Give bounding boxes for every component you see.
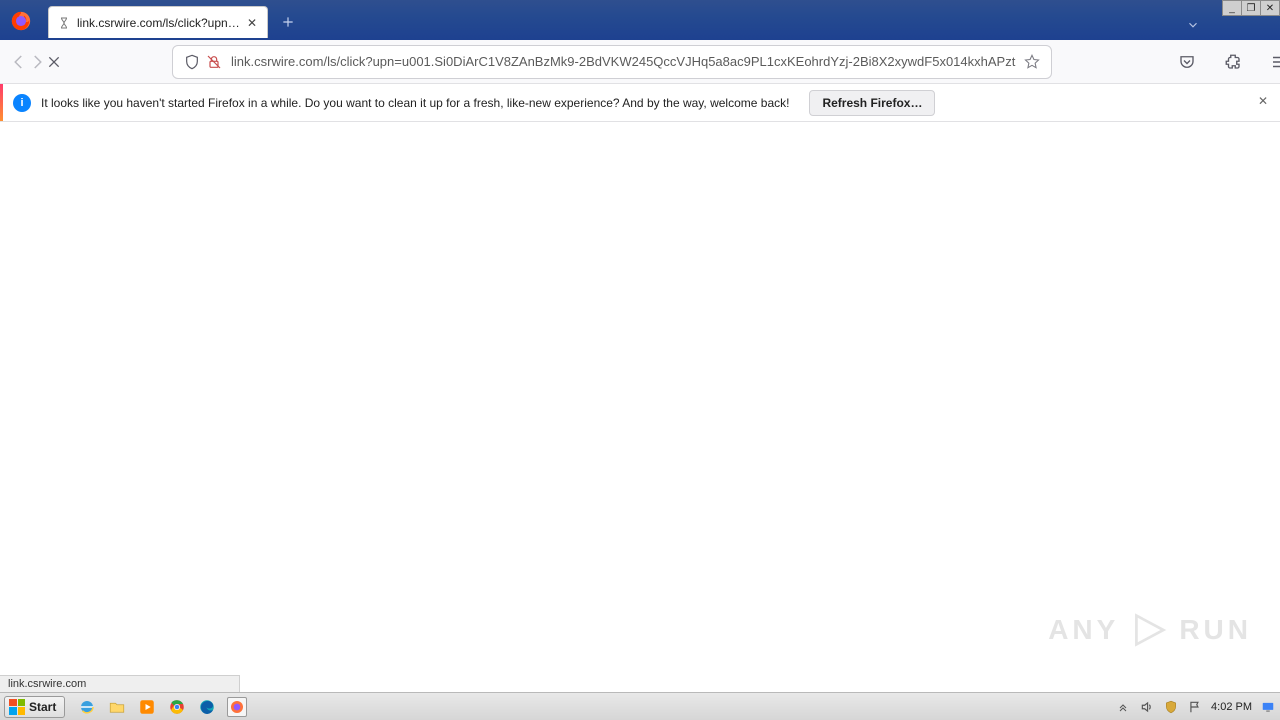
watermark-left: ANY [1048,614,1119,646]
status-bar: link.csrwire.com [0,675,240,692]
list-all-tabs-icon[interactable] [1186,18,1200,32]
extensions-icon[interactable] [1218,47,1248,77]
explorer-icon[interactable] [107,697,127,717]
tray-clock[interactable]: 4:02 PM [1211,701,1252,713]
ie-icon[interactable] [77,697,97,717]
window-close-button[interactable]: ✕ [1260,0,1280,16]
info-icon: i [13,94,31,112]
hourglass-icon [57,16,71,30]
nav-toolbar: link.csrwire.com/ls/click?upn=u001.Si0Di… [0,40,1280,84]
page-content: link.csrwire.com ANY RUN [0,122,1280,692]
minimize-button[interactable]: _ [1222,0,1242,16]
start-button[interactable]: Start [4,696,65,718]
new-tab-button[interactable] [274,8,302,36]
notification-close-icon[interactable]: ✕ [1258,94,1268,108]
anyrun-watermark: ANY RUN [1048,612,1252,648]
flag-icon[interactable] [1187,699,1203,715]
notification-accent [0,84,3,121]
taskbar-pinned-apps [77,697,247,717]
volume-icon[interactable] [1139,699,1155,715]
bookmark-star-icon[interactable] [1021,51,1043,73]
insecure-lock-icon[interactable] [203,51,225,73]
tab-close-icon[interactable]: ✕ [245,16,259,30]
refresh-firefox-button[interactable]: Refresh Firefox… [809,90,935,116]
shield-tray-icon[interactable] [1163,699,1179,715]
media-player-icon[interactable] [137,697,157,717]
stop-reload-button[interactable] [46,47,62,77]
save-to-pocket-icon[interactable] [1172,47,1202,77]
show-desktop-icon[interactable] [1260,699,1276,715]
maximize-button[interactable]: ❐ [1241,0,1261,16]
url-text[interactable]: link.csrwire.com/ls/click?upn=u001.Si0Di… [225,54,1021,69]
url-bar[interactable]: link.csrwire.com/ls/click?upn=u001.Si0Di… [172,45,1052,79]
window-titlebar: link.csrwire.com/ls/click?upn=u001 ✕ _ ❐… [0,0,1280,40]
chrome-icon[interactable] [167,697,187,717]
system-tray: 4:02 PM [1115,693,1276,720]
shield-icon[interactable] [181,51,203,73]
notification-message: It looks like you haven't started Firefo… [41,96,789,110]
browser-tab[interactable]: link.csrwire.com/ls/click?upn=u001 ✕ [48,6,268,38]
app-menu-icon[interactable] [1264,47,1280,77]
tab-title: link.csrwire.com/ls/click?upn=u001 [77,16,241,30]
start-label: Start [29,700,56,714]
tray-chevrons-icon[interactable] [1115,699,1131,715]
forward-button[interactable] [28,47,46,77]
windows-logo-icon [9,699,25,715]
back-button[interactable] [10,47,28,77]
watermark-right: RUN [1179,614,1252,646]
firefox-taskbar-icon[interactable] [227,697,247,717]
notification-bar: i It looks like you haven't started Fire… [0,84,1280,122]
firefox-logo-icon [10,10,32,32]
play-icon [1131,612,1167,648]
edge-icon[interactable] [197,697,217,717]
windows-taskbar: Start 4:02 PM [0,692,1280,720]
window-controls: _ ❐ ✕ [1223,0,1280,16]
